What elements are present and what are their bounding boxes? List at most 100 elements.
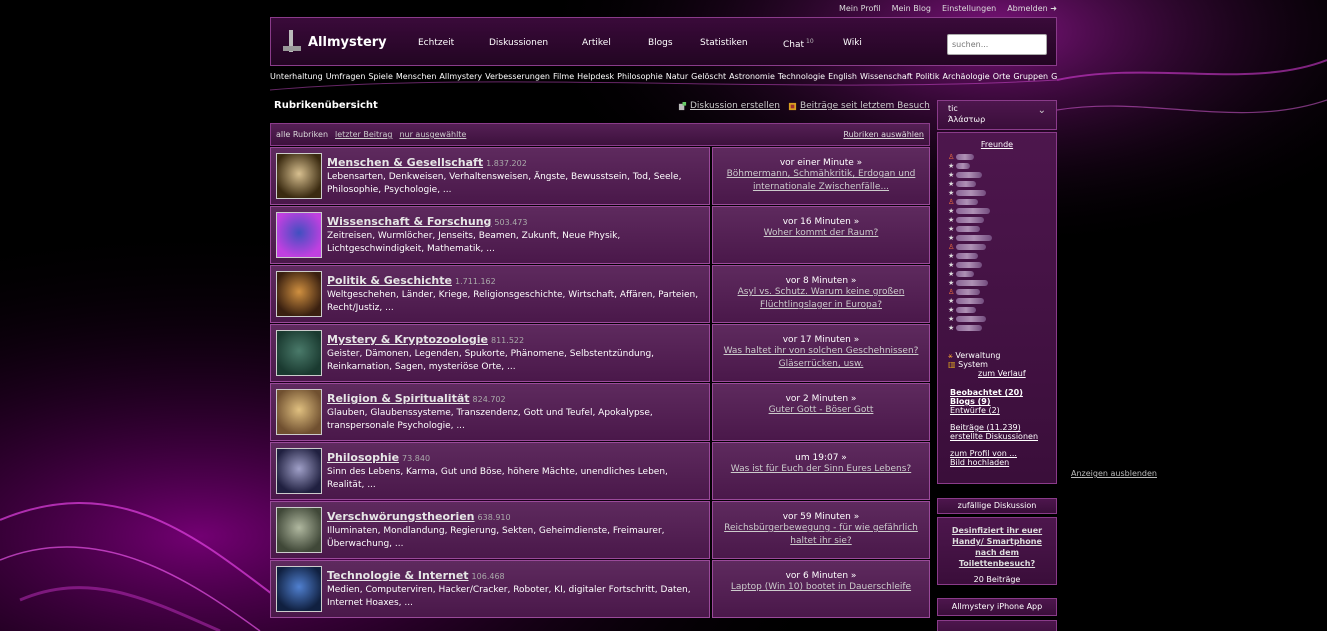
- last-post-link[interactable]: Woher kommt der Raum?: [713, 227, 929, 240]
- friend-item[interactable]: ♙: [948, 197, 992, 206]
- filter-last-post[interactable]: letzter Beitrag: [335, 130, 392, 139]
- category-strip-item[interactable]: Philosophie: [617, 72, 663, 81]
- rubric-title-label: Technologie & Internet: [327, 569, 469, 582]
- filter-selected[interactable]: nur ausgewählte: [399, 130, 466, 139]
- friend-item[interactable]: ★: [948, 269, 992, 278]
- category-strip-item[interactable]: Umfragen: [326, 72, 366, 81]
- rubric-thumbnail[interactable]: [276, 271, 322, 317]
- friend-item[interactable]: ★: [948, 206, 992, 215]
- created-discussions-link[interactable]: erstellte Diskussionen: [950, 432, 1038, 441]
- link-my-blog[interactable]: Mein Blog: [892, 4, 931, 13]
- friend-item[interactable]: ★: [948, 251, 992, 260]
- friend-item[interactable]: ★: [948, 233, 993, 242]
- posts-link[interactable]: Beiträge (11.239): [950, 423, 1038, 432]
- logo-text[interactable]: Allmystery: [308, 35, 387, 50]
- category-strip-item[interactable]: Politik: [916, 72, 940, 81]
- nav-chat[interactable]: Chat 10: [783, 38, 843, 50]
- category-strip-item[interactable]: Menschen: [396, 72, 437, 81]
- category-strip-item[interactable]: Helpdesk: [577, 72, 614, 81]
- rubric-title[interactable]: Technologie & Internet 106.468: [327, 569, 505, 582]
- friend-item[interactable]: ★: [948, 215, 992, 224]
- friend-item[interactable]: ★: [948, 260, 992, 269]
- logo-icon[interactable]: [283, 30, 301, 54]
- link-my-profile[interactable]: Mein Profil: [839, 4, 881, 13]
- link-settings[interactable]: Einstellungen: [942, 4, 996, 13]
- link-logout[interactable]: Abmelden ➜: [1007, 4, 1057, 13]
- category-strip-item[interactable]: Unterhaltung: [270, 72, 323, 81]
- blogs-link[interactable]: Blogs (9): [950, 397, 1038, 406]
- category-strip-item[interactable]: Gelöscht: [691, 72, 726, 81]
- friend-item[interactable]: ♙: [948, 242, 992, 251]
- friend-item[interactable]: ★: [948, 188, 992, 197]
- rubric-thumbnail[interactable]: [276, 389, 322, 435]
- chevron-down-icon[interactable]: ⌄: [1038, 105, 1046, 116]
- search-input[interactable]: [947, 34, 1047, 55]
- category-strip-item[interactable]: Archäologie: [943, 72, 990, 81]
- rubric-title[interactable]: Politik & Geschichte 1.711.162: [327, 274, 496, 287]
- category-strip-item[interactable]: Gaming: [1051, 72, 1057, 81]
- last-post-link[interactable]: Was ist für Euch der Sinn Eures Lebens?: [713, 463, 929, 476]
- rubric-title[interactable]: Religion & Spiritualität 824.702: [327, 392, 506, 405]
- iphone-app-header[interactable]: Allmystery iPhone App: [937, 598, 1057, 616]
- filter-all[interactable]: alle Rubriken: [276, 130, 328, 139]
- user-box[interactable]: tic Άλάστωρ ⌄: [937, 100, 1057, 130]
- category-strip-item[interactable]: Technologie: [778, 72, 825, 81]
- category-strip-item[interactable]: English: [828, 72, 857, 81]
- category-strip-item[interactable]: Natur: [666, 72, 688, 81]
- category-strip-item[interactable]: Astronomie: [729, 72, 775, 81]
- category-strip-item[interactable]: Gruppen: [1013, 72, 1048, 81]
- friend-item[interactable]: ★: [948, 305, 992, 314]
- nav-statistiken[interactable]: Statistiken: [700, 38, 783, 50]
- rubric-thumbnail[interactable]: [276, 566, 322, 612]
- friend-item[interactable]: ★: [948, 170, 992, 179]
- rubric-thumbnail[interactable]: [276, 212, 322, 258]
- nav-wiki[interactable]: Wiki: [843, 38, 862, 50]
- friend-item[interactable]: ♙: [948, 152, 992, 161]
- friend-item[interactable]: ★: [948, 179, 992, 188]
- rubric-title[interactable]: Menschen & Gesellschaft 1.837.202: [327, 156, 527, 169]
- to-profile-link[interactable]: zum Profil von ...: [950, 449, 1038, 458]
- rubric-title[interactable]: Mystery & Kryptozoologie 811.522: [327, 333, 524, 346]
- random-discussion-title[interactable]: Desinfiziert ihr euer Handy/ Smartphone …: [938, 525, 1056, 569]
- category-strip-item[interactable]: Orte: [993, 72, 1011, 81]
- friend-item[interactable]: ♙: [948, 287, 992, 296]
- create-discussion-link[interactable]: Diskussion erstellen: [678, 101, 780, 111]
- upload-image-link[interactable]: Bild hochladen: [950, 458, 1038, 467]
- watched-link[interactable]: Beobachtet (20): [950, 388, 1038, 397]
- friend-item[interactable]: ★: [948, 296, 992, 305]
- category-strip-item[interactable]: Spiele: [368, 72, 392, 81]
- friend-item[interactable]: ★: [948, 224, 992, 233]
- rubric-thumbnail[interactable]: [276, 153, 322, 199]
- nav-artikel[interactable]: Artikel: [582, 38, 648, 50]
- friend-item[interactable]: ★: [948, 314, 992, 323]
- history-link[interactable]: zum Verlauf: [978, 369, 1026, 378]
- last-post-link[interactable]: Laptop (Win 10) bootet in Dauerschleife: [713, 581, 929, 594]
- friend-item[interactable]: ★: [948, 323, 992, 332]
- category-strip-item[interactable]: Allmystery: [439, 72, 482, 81]
- nav-blogs[interactable]: Blogs: [648, 38, 700, 50]
- nav-diskussionen[interactable]: Diskussionen: [489, 38, 582, 50]
- friends-title[interactable]: Freunde: [938, 140, 1056, 149]
- last-post-link[interactable]: Guter Gott - Böser Gott: [713, 404, 929, 417]
- category-strip-item[interactable]: Filme: [553, 72, 574, 81]
- category-strip-item[interactable]: Wissenschaft: [860, 72, 913, 81]
- last-post-link[interactable]: Reichsbürgerbewegung - für wie gefährlic…: [713, 522, 929, 548]
- rubric-title[interactable]: Verschwörungstheorien 638.910: [327, 510, 511, 523]
- nav-echtzeit[interactable]: Echtzeit: [418, 38, 489, 50]
- iphone-app-image[interactable]: [937, 620, 1057, 631]
- friend-item[interactable]: ★: [948, 161, 992, 170]
- last-post-link[interactable]: Böhmermann, Schmähkritik, Erdogan und in…: [713, 168, 929, 194]
- friend-item[interactable]: ★: [948, 278, 992, 287]
- hide-ads-link[interactable]: Anzeigen ausblenden: [1071, 469, 1157, 478]
- last-post-link[interactable]: Was haltet ihr von solchen Geschehnissen…: [713, 345, 929, 371]
- choose-rubrics-link[interactable]: Rubriken auswählen: [843, 130, 924, 139]
- rubric-thumbnail[interactable]: [276, 507, 322, 553]
- rubric-thumbnail[interactable]: [276, 330, 322, 376]
- rubric-title[interactable]: Philosophie 73.840: [327, 451, 430, 464]
- rubric-thumbnail[interactable]: [276, 448, 322, 494]
- category-strip-item[interactable]: Verbesserungen: [485, 72, 550, 81]
- rubric-title[interactable]: Wissenschaft & Forschung 503.473: [327, 215, 528, 228]
- last-post-link[interactable]: Asyl vs. Schutz. Warum keine großen Flüc…: [713, 286, 929, 312]
- posts-since-visit-link[interactable]: Beiträge seit letztem Besuch: [788, 101, 930, 111]
- drafts-link[interactable]: Entwürfe (2): [950, 406, 1038, 415]
